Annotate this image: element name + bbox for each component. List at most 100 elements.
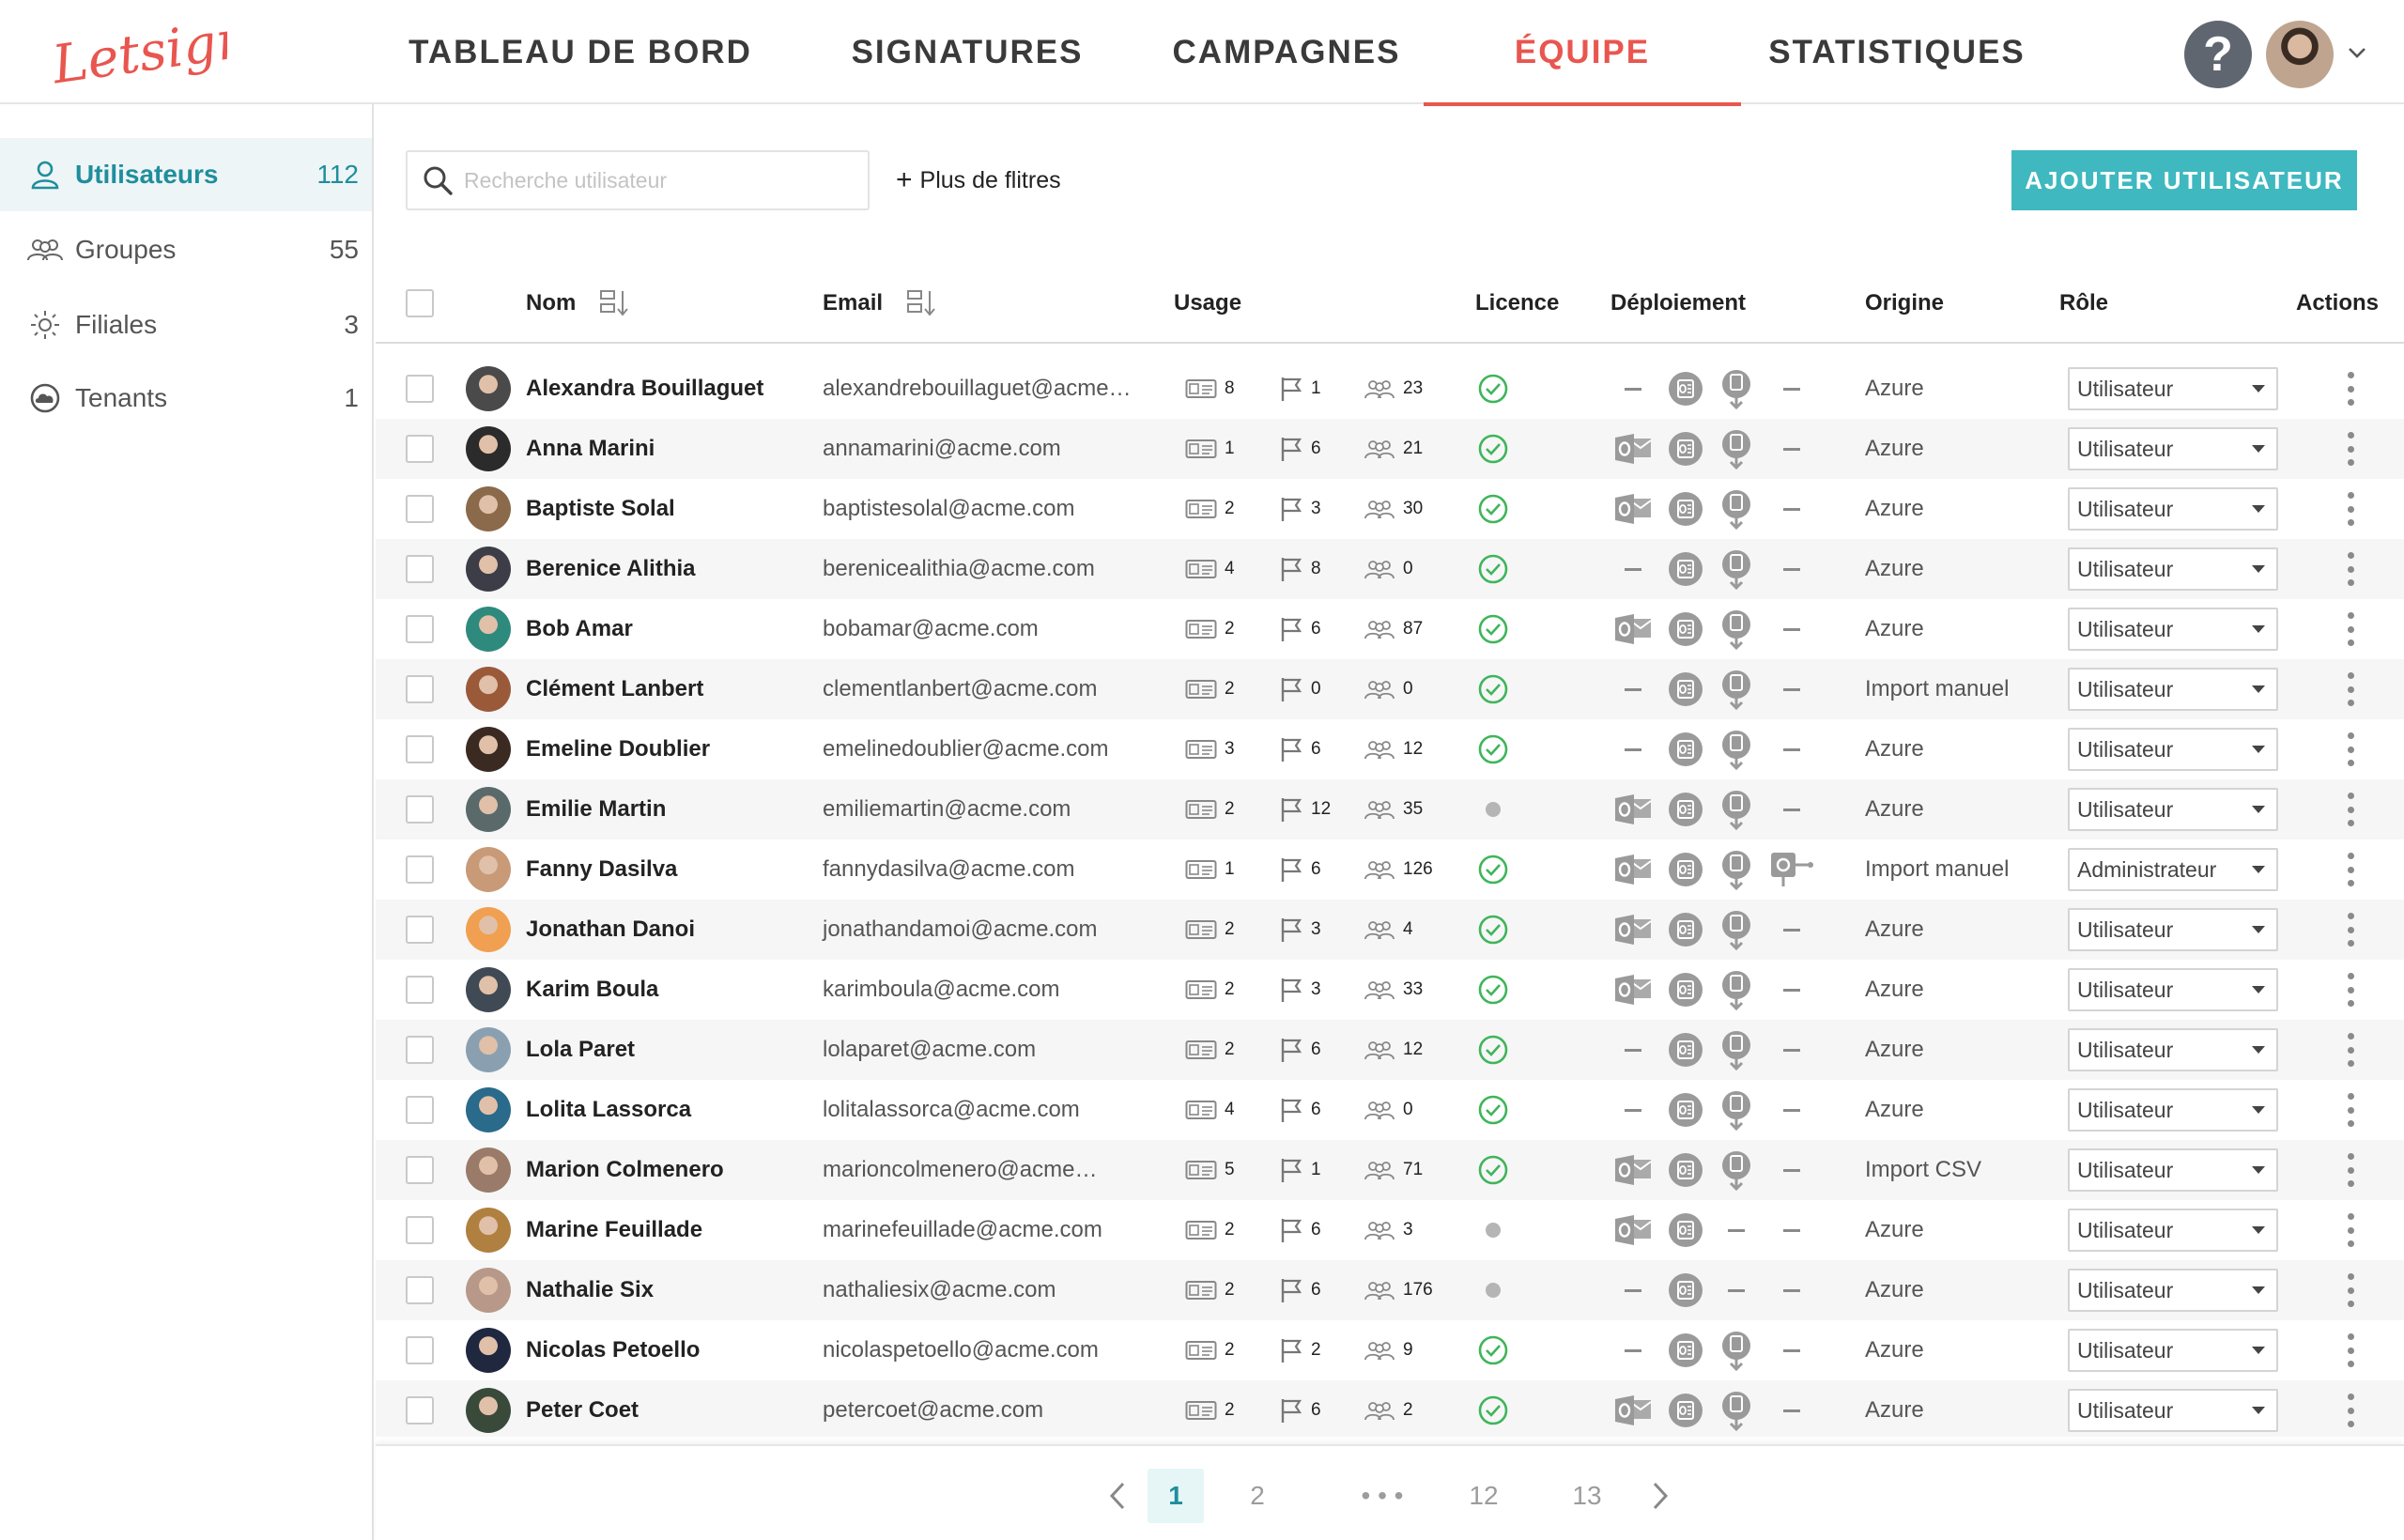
row-checkbox[interactable] [406, 375, 434, 403]
nav-tab-2[interactable]: CAMPAGNES [1127, 0, 1446, 104]
column-header-name[interactable]: Nom [526, 263, 630, 344]
user-name[interactable]: Lolita Lassorca [526, 1080, 691, 1140]
sidebar-item-subsidiaries[interactable]: Filiales 3 [0, 288, 372, 362]
sidebar-item-groups[interactable]: Groupes 55 [0, 213, 372, 286]
table-row[interactable]: Marine Feuillade marinefeuillade@acme.com… [376, 1200, 2404, 1260]
row-checkbox[interactable] [406, 1276, 434, 1304]
table-row[interactable]: Nathalie Six nathaliesix@acme.com 2 6 176 Azu… [376, 1260, 2404, 1320]
more-actions-icon[interactable] [2344, 732, 2357, 766]
table-row[interactable]: Jonathan Danoi jonathandamoi@acme.com 2 3 4 A… [376, 900, 2404, 960]
row-checkbox[interactable] [406, 795, 434, 824]
role-select[interactable]: Utilisateur [2068, 668, 2278, 711]
more-actions-icon[interactable] [2344, 1033, 2357, 1067]
role-select[interactable]: Utilisateur [2068, 1088, 2278, 1132]
user-name[interactable]: Alexandra Bouillaguet [526, 359, 763, 419]
role-select[interactable]: Utilisateur [2068, 908, 2278, 951]
user-name[interactable]: Fanny Dasilva [526, 839, 677, 900]
user-name[interactable]: Nathalie Six [526, 1260, 654, 1320]
table-row[interactable]: Emilie Martin emiliemartin@acme.com 2 12 35 A… [376, 779, 2404, 839]
nav-tab-3[interactable]: ÉQUIPE [1424, 0, 1741, 106]
more-actions-icon[interactable] [2344, 492, 2357, 526]
user-name[interactable]: Anna Marini [526, 419, 655, 479]
row-checkbox[interactable] [406, 435, 434, 463]
role-select[interactable]: Utilisateur [2068, 427, 2278, 470]
user-name[interactable]: Emeline Doublier [526, 719, 710, 779]
more-filters-button[interactable]: + Plus de flitres [896, 162, 1061, 199]
sidebar-item-tenants[interactable]: Tenants 1 [0, 362, 372, 435]
table-row[interactable]: Karim Boula karimboula@acme.com 2 3 33 Azure U… [376, 960, 2404, 1020]
more-actions-icon[interactable] [2344, 1333, 2357, 1367]
role-select[interactable]: Utilisateur [2068, 788, 2278, 831]
table-row[interactable]: Lola Paret lolaparet@acme.com 2 6 12 Azure Uti… [376, 1020, 2404, 1080]
page-button-13[interactable]: 13 [1561, 1469, 1613, 1523]
user-name[interactable]: Peter Coet [526, 1380, 639, 1437]
row-checkbox[interactable] [406, 1336, 434, 1364]
role-select[interactable]: Utilisateur [2068, 1028, 2278, 1071]
more-actions-icon[interactable] [2344, 672, 2357, 706]
row-checkbox[interactable] [406, 916, 434, 944]
table-row[interactable]: Alexandra Bouillaguet alexandrebouillague… [376, 359, 2404, 419]
current-user-avatar[interactable] [2266, 21, 2334, 88]
table-row[interactable]: Bob Amar bobamar@acme.com 2 6 87 Azure Utilisa… [376, 599, 2404, 659]
more-actions-icon[interactable] [2344, 612, 2357, 646]
help-button[interactable]: ? [2184, 21, 2252, 88]
search-input[interactable] [464, 167, 858, 193]
nav-tab-4[interactable]: STATISTIQUES [1737, 0, 2057, 104]
role-select[interactable]: Administrateur [2068, 848, 2278, 891]
table-row[interactable]: Berenice Alithia berenicealithia@acme.com… [376, 539, 2404, 599]
more-actions-icon[interactable] [2344, 793, 2357, 826]
user-name[interactable]: Marine Feuillade [526, 1200, 702, 1260]
table-row[interactable]: Fanny Dasilva fannydasilva@acme.com 1 6 126 I… [376, 839, 2404, 900]
chevron-right-icon[interactable] [1641, 1469, 1679, 1523]
role-select[interactable]: Utilisateur [2068, 1389, 2278, 1432]
more-actions-icon[interactable] [2344, 973, 2357, 1007]
more-actions-icon[interactable] [2344, 552, 2357, 586]
row-checkbox[interactable] [406, 1096, 434, 1124]
user-name[interactable]: Lola Paret [526, 1020, 635, 1080]
more-actions-icon[interactable] [2344, 913, 2357, 947]
page-button-12[interactable]: 12 [1457, 1469, 1510, 1523]
role-select[interactable]: Utilisateur [2068, 547, 2278, 591]
row-checkbox[interactable] [406, 1396, 434, 1424]
role-select[interactable]: Utilisateur [2068, 367, 2278, 410]
role-select[interactable]: Utilisateur [2068, 1329, 2278, 1372]
role-select[interactable]: Utilisateur [2068, 1209, 2278, 1252]
chevron-left-icon[interactable] [1099, 1469, 1136, 1523]
user-name[interactable]: Marion Colmenero [526, 1140, 724, 1200]
more-actions-icon[interactable] [2344, 1394, 2357, 1427]
row-checkbox[interactable] [406, 976, 434, 1004]
user-name[interactable]: Baptiste Solal [526, 479, 675, 539]
row-checkbox[interactable] [406, 495, 434, 523]
role-select[interactable]: Utilisateur [2068, 728, 2278, 771]
sort-icon[interactable] [905, 287, 937, 319]
more-actions-icon[interactable] [2344, 853, 2357, 886]
more-actions-icon[interactable] [2344, 372, 2357, 406]
chevron-down-icon[interactable] [2346, 41, 2368, 64]
role-select[interactable]: Utilisateur [2068, 608, 2278, 651]
table-row[interactable]: Lolita Lassorca lolitalassorca@acme.com 4 6… [376, 1080, 2404, 1140]
row-checkbox[interactable] [406, 855, 434, 884]
more-actions-icon[interactable] [2344, 1273, 2357, 1307]
table-row[interactable]: Emeline Doublier emelinedoublier@acme.com… [376, 719, 2404, 779]
table-row[interactable]: Baptiste Solal baptistesolal@acme.com 2 3 30… [376, 479, 2404, 539]
table-row[interactable]: Nicolas Petoello nicolaspetoello@acme.com… [376, 1320, 2404, 1380]
sort-icon[interactable] [598, 287, 630, 319]
role-select[interactable]: Utilisateur [2068, 968, 2278, 1011]
role-select[interactable]: Utilisateur [2068, 1148, 2278, 1192]
role-select[interactable]: Utilisateur [2068, 487, 2278, 531]
nav-tab-0[interactable]: TABLEAU DE BORD [404, 0, 757, 104]
user-name[interactable]: Karim Boula [526, 960, 658, 1020]
user-name[interactable]: Emilie Martin [526, 779, 666, 839]
row-checkbox[interactable] [406, 735, 434, 763]
user-name[interactable]: Nicolas Petoello [526, 1320, 700, 1380]
table-row[interactable]: Marion Colmenero marioncolmenero@acme… 5 1 7… [376, 1140, 2404, 1200]
more-actions-icon[interactable] [2344, 432, 2357, 466]
more-actions-icon[interactable] [2344, 1093, 2357, 1127]
select-all-checkbox[interactable] [406, 289, 434, 317]
sidebar-item-users[interactable]: Utilisateurs 112 [0, 138, 372, 211]
nav-tab-1[interactable]: SIGNATURES [808, 0, 1127, 104]
more-actions-icon[interactable] [2344, 1213, 2357, 1247]
page-button-1[interactable]: 1 [1148, 1469, 1204, 1523]
add-user-button[interactable]: AJOUTER UTILISATEUR [2011, 150, 2357, 210]
user-name[interactable]: Bob Amar [526, 599, 633, 659]
